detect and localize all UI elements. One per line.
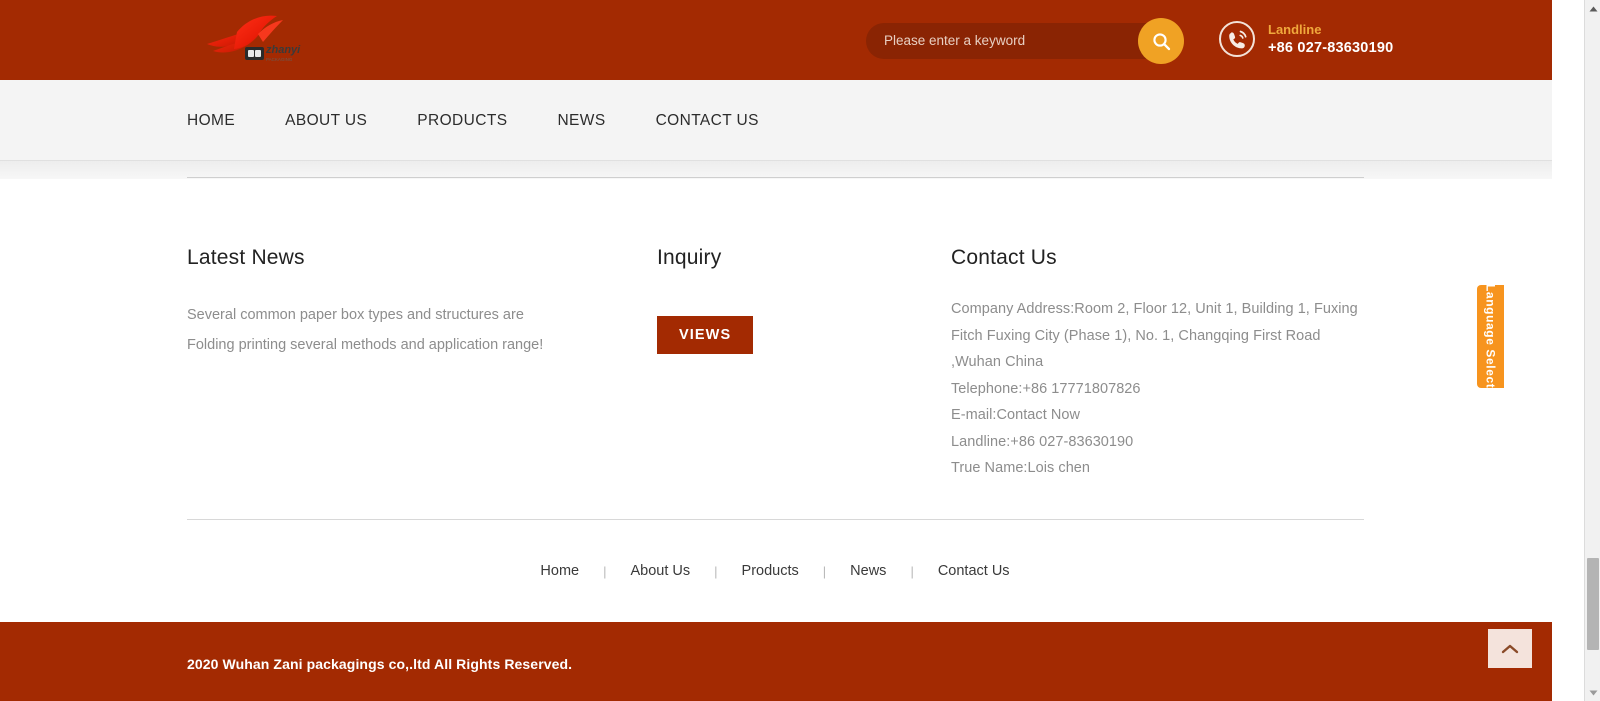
scrollbar-down-arrow[interactable]	[1585, 684, 1600, 701]
bottom-nav-item-contact-us[interactable]: Contact Us	[914, 563, 1034, 579]
search-icon	[1152, 32, 1171, 51]
bottom-nav-item-products[interactable]: Products	[718, 563, 823, 579]
nav-item-contact-us[interactable]: CONTACT US	[656, 112, 759, 130]
landline-contact[interactable]: Landline +86 027-83630190	[1217, 19, 1393, 59]
search-box	[866, 23, 1179, 59]
browser-scrollbar[interactable]	[1584, 0, 1600, 701]
language-select-tab[interactable]: Language Select	[1477, 285, 1504, 388]
landline-number: +86 027-83630190	[1268, 41, 1393, 56]
nav-item-about-us[interactable]: ABOUT US	[285, 112, 367, 130]
contact-landline: Landline:+86 027-83630190	[951, 429, 1371, 456]
views-button[interactable]: VIEWS	[657, 316, 753, 354]
triangle-down-icon	[1589, 690, 1598, 696]
contact-address: Company Address:Room 2, Floor 12, Unit 1…	[951, 296, 1363, 376]
scroll-to-top-button[interactable]	[1488, 629, 1532, 668]
bottom-nav-item-about-us[interactable]: About Us	[607, 563, 715, 579]
svg-text:zhanyi: zhanyi	[265, 44, 301, 56]
news-link[interactable]: Folding printing several methods and app…	[187, 330, 617, 360]
search-button[interactable]	[1138, 18, 1184, 64]
triangle-up-icon	[1589, 6, 1598, 12]
contact-true-name: True Name:Lois chen	[951, 455, 1371, 482]
contact-details-list: Company Address:Room 2, Floor 12, Unit 1…	[951, 296, 1371, 482]
footer-column-latest-news: Latest News Several common paper box typ…	[187, 179, 617, 360]
language-select-label: Language Select	[1484, 284, 1498, 388]
landline-text: Landline +86 027-83630190	[1268, 23, 1393, 56]
phone-icon	[1217, 19, 1257, 59]
contact-us-title: Contact Us	[951, 246, 1371, 270]
page-root: zhanyi PACKAGING	[0, 0, 1600, 701]
news-link[interactable]: Several common paper box types and struc…	[187, 300, 617, 330]
landline-label: Landline	[1268, 23, 1393, 36]
latest-news-title: Latest News	[187, 246, 617, 270]
bottom-nav-item-home[interactable]: Home	[516, 563, 603, 579]
copyright-text: 2020 Wuhan Zani packagings co,.ltd All R…	[187, 656, 572, 672]
scrollbar-thumb[interactable]	[1587, 558, 1599, 650]
footer-column-inquiry: Inquiry VIEWS	[657, 179, 917, 354]
nav-item-home[interactable]: HOME	[187, 112, 235, 130]
bottom-nav-items: Home | About Us | Products | News | Cont…	[516, 563, 1033, 579]
site-logo[interactable]: zhanyi PACKAGING	[203, 14, 307, 66]
copyright-bar: 2020 Wuhan Zani packagings co,.ltd All R…	[0, 622, 1552, 701]
contact-email[interactable]: E-mail:Contact Now	[951, 402, 1371, 429]
svg-text:PACKAGING: PACKAGING	[266, 57, 293, 62]
footer-column-contact-us: Contact Us Company Address:Room 2, Floor…	[951, 179, 1371, 482]
footer-top-divider	[187, 177, 1364, 178]
latest-news-list: Several common paper box types and struc…	[187, 300, 617, 360]
chevron-up-icon	[1501, 643, 1519, 655]
footer-columns: Latest News Several common paper box typ…	[0, 179, 1552, 519]
bottom-nav-item-news[interactable]: News	[826, 563, 910, 579]
logo-bird-icon: zhanyi PACKAGING	[203, 14, 307, 66]
footer-bottom-navigation: Home | About Us | Products | News | Cont…	[0, 520, 1552, 622]
inquiry-title: Inquiry	[657, 246, 917, 270]
scrollbar-up-arrow[interactable]	[1585, 0, 1600, 17]
site-header: zhanyi PACKAGING	[0, 0, 1552, 80]
nav-item-products[interactable]: PRODUCTS	[417, 112, 507, 130]
main-navigation: HOME ABOUT US PRODUCTS NEWS CONTACT US	[0, 80, 1552, 161]
browser-viewport: zhanyi PACKAGING	[0, 0, 1552, 701]
nav-items: HOME ABOUT US PRODUCTS NEWS CONTACT US	[187, 80, 759, 161]
contact-telephone: Telephone:+86 17771807826	[951, 376, 1371, 403]
nav-item-news[interactable]: NEWS	[557, 112, 605, 130]
search-input[interactable]	[866, 23, 1131, 59]
